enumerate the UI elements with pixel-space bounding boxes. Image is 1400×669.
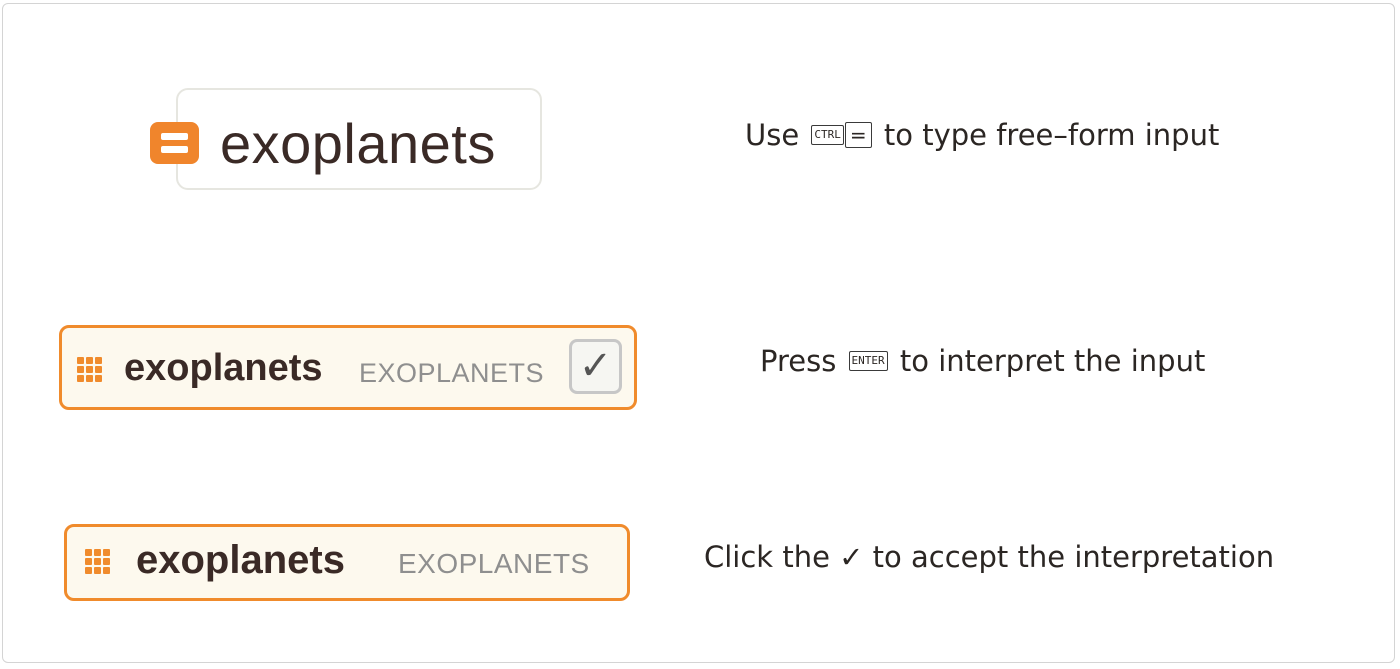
caption-suffix: to type free–form input bbox=[883, 118, 1220, 152]
caption-prefix: Use bbox=[745, 118, 800, 152]
interpretation-label: EXOPLANETS bbox=[398, 548, 590, 579]
enter-key-icon: ENTER bbox=[848, 351, 888, 371]
checkmark-icon: ✓ bbox=[578, 344, 613, 388]
caption-prefix: Click the bbox=[704, 540, 830, 574]
caption-suffix: to interpret the input bbox=[899, 344, 1206, 378]
caption-press-enter: Press ENTER to interpret the input bbox=[760, 343, 1205, 379]
input-text: exoplanets bbox=[124, 347, 323, 389]
caption-type-free-form: Use CTRL = to type free–form input bbox=[745, 117, 1219, 153]
caption-click-check: Click the ✓ to accept the interpretation bbox=[704, 539, 1274, 575]
caption-suffix: to accept the interpretation bbox=[872, 540, 1275, 574]
free-form-input-text: exoplanets bbox=[220, 112, 496, 175]
equals-key-icon: = bbox=[844, 122, 872, 148]
free-form-input-icon bbox=[150, 122, 199, 164]
ctrl-key-icon: CTRL bbox=[811, 125, 844, 145]
grid-dots-icon bbox=[85, 549, 113, 577]
caption-prefix: Press bbox=[760, 344, 837, 378]
interpretation-label: EXOPLANETS bbox=[359, 358, 545, 388]
input-text: exoplanets bbox=[136, 538, 345, 582]
accept-checkmark-button[interactable]: ✓ bbox=[569, 339, 622, 394]
grid-dots-icon bbox=[77, 357, 105, 385]
checkmark-icon: ✓ bbox=[839, 540, 864, 574]
